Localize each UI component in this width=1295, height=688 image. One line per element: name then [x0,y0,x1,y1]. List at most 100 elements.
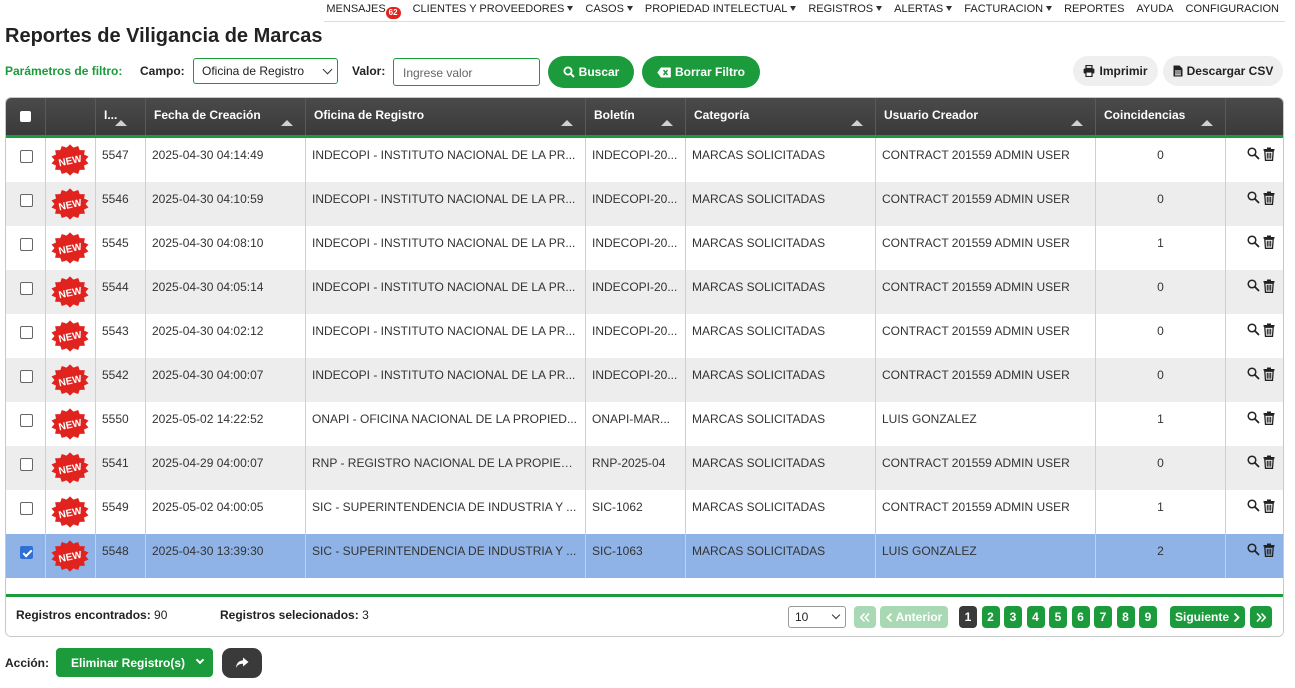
buscar-button[interactable]: Buscar [548,56,634,88]
campo-select[interactable]: Oficina de Registro [193,58,338,84]
nav-item-propiedad-intelectual[interactable]: PROPIEDAD INTELECTUAL [639,0,802,16]
table-row[interactable]: NEW 5544 2025-04-30 04:05:14 INDECOPI - INS… [6,270,1283,314]
trash-icon[interactable] [1263,147,1275,161]
sort-icon[interactable] [851,120,863,126]
column-header-oficina[interactable]: Oficina de Registro [306,98,586,135]
cell-oficina: INDECOPI - INSTITUTO NACIONAL DE LA PR..… [306,314,586,358]
nav-item-facturacion[interactable]: FACTURACION [958,0,1058,16]
trash-icon[interactable] [1263,499,1275,513]
table-row[interactable]: NEW 5545 2025-04-30 04:08:10 INDECOPI - INS… [6,226,1283,270]
trash-icon[interactable] [1263,455,1275,469]
cell-coincidencias: 0 [1096,138,1226,182]
column-header-coincidencias[interactable]: Coincidencias [1096,98,1226,135]
trash-icon[interactable] [1263,235,1275,249]
nav-item-clientes-y-proveedores[interactable]: CLIENTES Y PROVEEDORES [407,0,580,16]
select-all-checkbox[interactable] [6,98,46,135]
next-page-button[interactable]: Siguiente [1170,606,1245,628]
cell-id: 5543 [96,314,146,358]
row-checkbox[interactable] [20,326,33,339]
view-search-icon[interactable] [1247,411,1260,424]
sort-icon[interactable] [1201,120,1213,126]
badge-column-header [46,98,96,135]
row-actions-cell [1226,534,1283,578]
row-checkbox[interactable] [20,458,33,471]
borrar-filtro-button[interactable]: Borrar Filtro [642,56,760,88]
imprimir-button[interactable]: Imprimir [1073,56,1158,86]
nav-item-reportes[interactable]: REPORTES [1058,0,1130,16]
row-checkbox[interactable] [20,238,33,251]
sort-icon[interactable] [1071,120,1083,126]
trash-icon[interactable] [1263,323,1275,337]
table-row[interactable]: NEW 5549 2025-05-02 04:00:05 SIC - SUPERINT… [6,490,1283,534]
column-header-categoria[interactable]: Categoría [686,98,876,135]
nav-item-configuracion[interactable]: CONFIGURACION [1180,0,1286,16]
previous-page-button[interactable]: Anterior [880,606,948,628]
row-select-cell [6,490,46,534]
column-header-fecha[interactable]: Fecha de Creación [146,98,306,135]
page-button-6[interactable]: 6 [1071,606,1090,628]
last-page-button[interactable] [1250,606,1272,628]
nav-item-ayuda[interactable]: AYUDA [1130,0,1179,16]
trash-icon[interactable] [1263,279,1275,293]
valor-input[interactable]: Ingrese valor [393,58,540,86]
view-search-icon[interactable] [1247,323,1260,336]
page-button-5[interactable]: 5 [1049,606,1067,628]
actions-column-header [1226,98,1283,135]
table-row[interactable]: NEW 5546 2025-04-30 04:10:59 INDECOPI - INS… [6,182,1283,226]
page-button-2[interactable]: 2 [981,606,1000,628]
cell-boletin: INDECOPI-20... [586,314,686,358]
nav-item-registros[interactable]: REGISTROS [802,0,888,16]
execute-action-button[interactable] [222,648,262,678]
sort-icon[interactable] [661,120,673,126]
table-row[interactable]: NEW 5543 2025-04-30 04:02:12 INDECOPI - INS… [6,314,1283,358]
nav-item-mensajes[interactable]: MENSAJES 62 [320,0,406,19]
nav-item-alertas[interactable]: ALERTAS [888,0,958,16]
bulk-action-select[interactable]: Eliminar Registro(s) [56,648,213,677]
view-search-icon[interactable] [1247,147,1260,160]
page-button-9[interactable]: 9 [1139,606,1157,628]
view-search-icon[interactable] [1247,191,1260,204]
trash-icon[interactable] [1263,191,1275,205]
trash-icon[interactable] [1263,543,1275,557]
sort-icon[interactable] [281,120,293,126]
row-checkbox[interactable] [20,150,33,163]
table-row[interactable]: NEW 5548 2025-04-30 13:39:30 SIC - SUPERINT… [6,534,1283,578]
row-select-cell [6,534,46,578]
chevron-down-icon [322,64,333,75]
table-row[interactable]: NEW 5541 2025-04-29 04:00:07 RNP - REGISTRO… [6,446,1283,490]
page-button-8[interactable]: 8 [1116,606,1135,628]
trash-icon[interactable] [1263,411,1275,425]
page-button-1[interactable]: 1 [959,606,977,628]
cell-categoria: MARCAS SOLICITADAS [686,534,876,578]
page-button-3[interactable]: 3 [1004,606,1022,628]
column-header-label: Fecha de Creación [154,108,261,122]
sort-icon[interactable] [115,120,127,126]
column-header-boletin[interactable]: Boletín [586,98,686,135]
row-checkbox[interactable] [20,414,33,427]
row-checkbox[interactable] [20,370,33,383]
row-checkbox[interactable] [20,282,33,295]
column-header-usuario[interactable]: Usuario Creador [876,98,1096,135]
view-search-icon[interactable] [1247,499,1260,512]
table-row[interactable]: NEW 5547 2025-04-30 04:14:49 INDECOPI - INS… [6,138,1283,182]
table-row[interactable]: NEW 5550 2025-05-02 14:22:52 ONAPI - OFICIN… [6,402,1283,446]
page-button-4[interactable]: 4 [1026,606,1045,628]
nav-item-casos[interactable]: CASOS [579,0,639,16]
sort-icon[interactable] [561,120,573,126]
column-header-id[interactable]: I... [96,98,146,135]
page-size-select[interactable]: 10 [788,606,846,628]
view-search-icon[interactable] [1247,279,1260,292]
row-checkbox[interactable] [20,546,33,559]
view-search-icon[interactable] [1247,543,1260,556]
row-checkbox[interactable] [20,502,33,515]
view-search-icon[interactable] [1247,455,1260,468]
descargar-csv-button[interactable]: Descargar CSV [1163,56,1283,86]
row-checkbox[interactable] [20,194,33,207]
table-row[interactable]: NEW 5542 2025-04-30 04:00:07 INDECOPI - INS… [6,358,1283,402]
page-button-7[interactable]: 7 [1094,606,1112,628]
view-search-icon[interactable] [1247,367,1260,380]
nav-item-label: CLIENTES Y PROVEEDORES [412,3,565,15]
first-page-button[interactable] [854,606,876,628]
view-search-icon[interactable] [1247,235,1260,248]
trash-icon[interactable] [1263,367,1275,381]
